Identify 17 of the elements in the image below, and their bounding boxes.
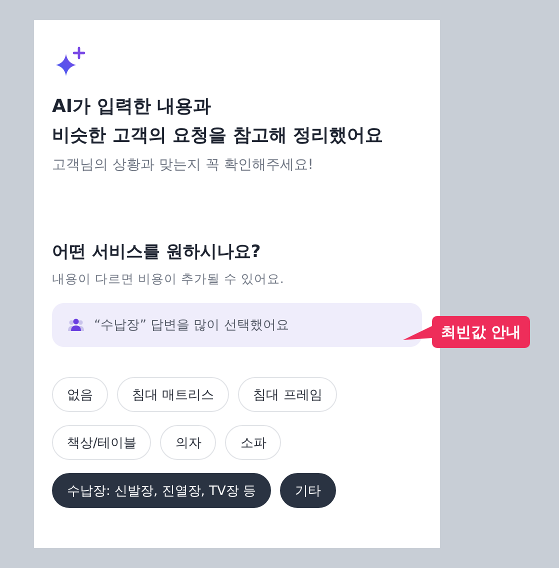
option-chip[interactable]: 침대 매트리스 [117, 377, 230, 412]
callout-pointer [403, 326, 432, 340]
headline: AI가 입력한 내용과 비슷한 고객의 요청을 참고해 정리했어요 [52, 95, 384, 148]
people-icon [68, 318, 84, 332]
subtitle: 고객님의 상황과 맞는지 꼭 확인해주세요! [52, 156, 314, 174]
option-chip[interactable]: 소파 [225, 425, 282, 460]
option-chip[interactable]: 수납장: 신발장, 진열장, TV장 등 [52, 473, 272, 508]
option-chip[interactable]: 의자 [160, 425, 216, 460]
option-chip[interactable]: 기타 [280, 473, 336, 508]
option-chip[interactable]: 책상/테이블 [52, 425, 152, 460]
option-chip[interactable]: 침대 프레임 [238, 377, 338, 412]
question-note: 내용이 다르면 비용이 추가될 수 있어요. [52, 271, 285, 288]
question-title: 어떤 서비스를 원하시나요? [52, 241, 262, 263]
option-chip[interactable]: 없음 [52, 377, 108, 412]
sparkle-icon [54, 46, 86, 78]
hint-text: “수납장” 답변을 많이 선택했어요 [94, 317, 289, 334]
callout-tag: 최빈값 안내 [432, 316, 530, 348]
